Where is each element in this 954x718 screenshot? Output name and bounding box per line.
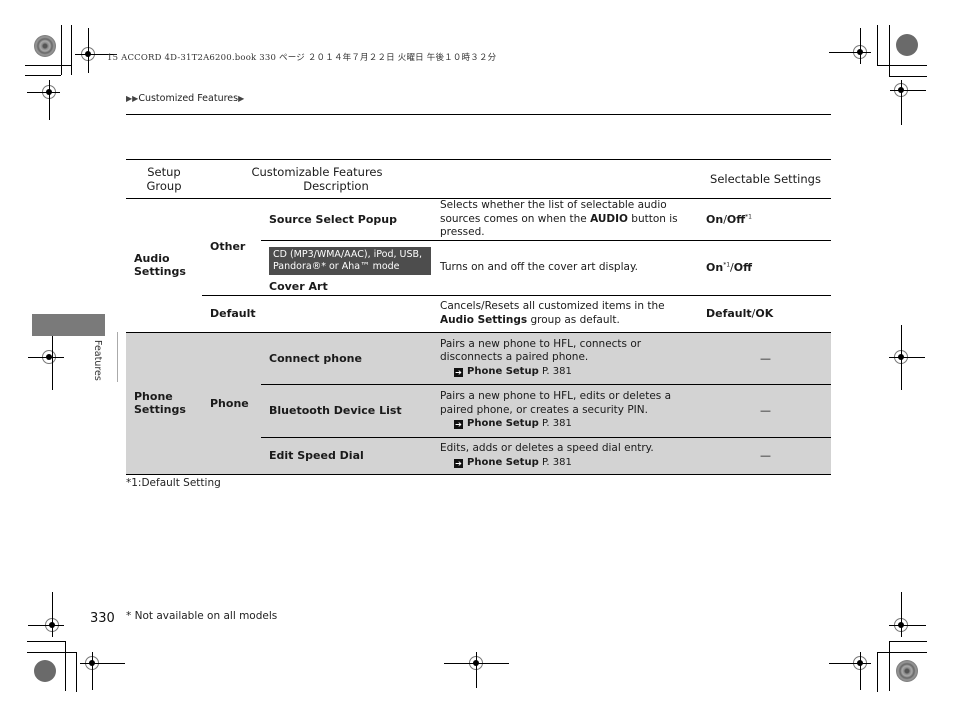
gray-disc-icon [34,660,56,682]
crop-line [901,592,902,637]
color-rosette-icon [896,660,918,682]
availability-note: CD (MP3/WMA/AAC), iPod, USB, Pandora®* o… [269,246,431,275]
crop-line [860,28,861,64]
setting-none: — [700,436,831,475]
crop-line [901,80,902,125]
description: Selects whether the list of selectable a… [440,199,678,238]
section-tab-label: Features [92,340,103,381]
side-rule [117,332,118,382]
cross-reference-link[interactable]: ➔ Phone Setup P. 381 [440,417,692,431]
feature-source-select-popup: Source Select Popup [269,212,397,226]
crop-line [829,52,871,53]
crop-line [877,25,878,65]
crop-line [80,663,125,664]
crop-line [28,357,64,358]
table-row: Default Cancels/Resets all customized it… [126,294,831,333]
crop-line [76,652,77,692]
crop-line [27,641,66,642]
crop-line [877,652,878,692]
crop-line [860,652,861,690]
feature-cover-art: Cover Art [269,279,328,293]
customized-features-table: Setup Group Customizable Features Descrip… [126,159,831,475]
breadcrumb: ▶▶Customized Features▶ [126,93,244,104]
crop-line [92,652,93,690]
crop-line [877,652,927,653]
crop-line [889,357,925,358]
header-customizable-features: Customizable Features Description [202,159,700,199]
table-row: Phone Settings Phone Connect phone Pairs … [126,332,831,475]
footnote-availability: * Not available on all models [126,610,278,622]
color-rosette-icon [34,35,56,57]
cross-reference-link[interactable]: ➔ Phone Setup P. 381 [440,365,692,379]
feature-bluetooth-device-list: Bluetooth Device List [261,383,432,437]
cross-reference-link[interactable]: ➔ Phone Setup P. 381 [440,456,692,470]
setting-on-off: On*1/Off [700,239,831,295]
table-header-row: Setup Group Customizable Features Descrip… [126,159,831,199]
description: Turns on and off the cover art display. [432,239,700,295]
page-number: 330 [90,611,115,626]
crop-line [25,75,61,76]
crop-line [889,25,890,77]
crop-line [65,641,66,691]
breadcrumb-link-customized-features[interactable]: Customized Features [138,93,238,104]
crop-line [476,652,477,688]
print-job-line: 15 ACCORD 4D-31T2A6200.book 330 ページ ２０１４… [107,53,497,63]
description: Edits, adds or deletes a speed dial entr… [432,436,700,475]
description: Cancels/Resets all customized items in t… [432,294,700,333]
crop-line [27,92,60,93]
crop-line [877,65,927,66]
description: Pairs a new phone to HFL, connects or di… [432,332,700,384]
crop-line [52,592,53,637]
crop-line [889,76,927,77]
arrow-reference-icon: ➔ [454,420,463,430]
subgroup-phone: Phone [202,332,261,475]
gray-disc-icon [896,34,918,56]
subgroup-other: Other [210,240,246,254]
crop-line [889,625,926,626]
crop-line [71,25,72,75]
crop-line [901,325,902,390]
section-tab [32,314,105,336]
description: Pairs a new phone to HFL, edits or delet… [432,383,700,437]
feature-cover-art-cell: CD (MP3/WMA/AAC), iPod, USB, Pandora®* o… [261,239,432,295]
crop-line [88,28,89,73]
arrow-reference-icon: ➔ [454,458,463,468]
crop-line [27,652,77,653]
group-phone-settings: Phone Settings [126,332,202,475]
crop-line [890,90,926,91]
setting-none: — [700,383,831,437]
feature-default: Default [202,294,432,333]
footnote-default-setting: *1:Default Setting [126,477,221,489]
feature-edit-speed-dial: Edit Speed Dial [261,436,432,475]
feature-connect-phone: Connect phone [261,332,432,384]
crop-line [25,65,72,66]
crop-line [829,663,871,664]
header-rule [126,114,831,115]
table-row: Audio Settings Other Source Select Popup … [126,198,831,333]
setting-default-ok: Default/OK [700,294,831,333]
triangle-right-icon: ▶ [238,94,245,103]
setting-none: — [700,332,831,384]
crop-line [889,641,890,691]
double-triangle-right-icon: ▶▶ [126,94,139,103]
setting-on-off: On/Off*1 [706,212,752,226]
header-setup-group: Setup Group [126,159,202,199]
arrow-reference-icon: ➔ [454,367,463,377]
crop-line [61,25,62,75]
crop-line [49,80,50,120]
group-audio-settings: Audio Settings [126,198,202,333]
crop-line [889,641,927,642]
crop-line [28,625,64,626]
header-selectable-settings: Selectable Settings [700,159,831,199]
